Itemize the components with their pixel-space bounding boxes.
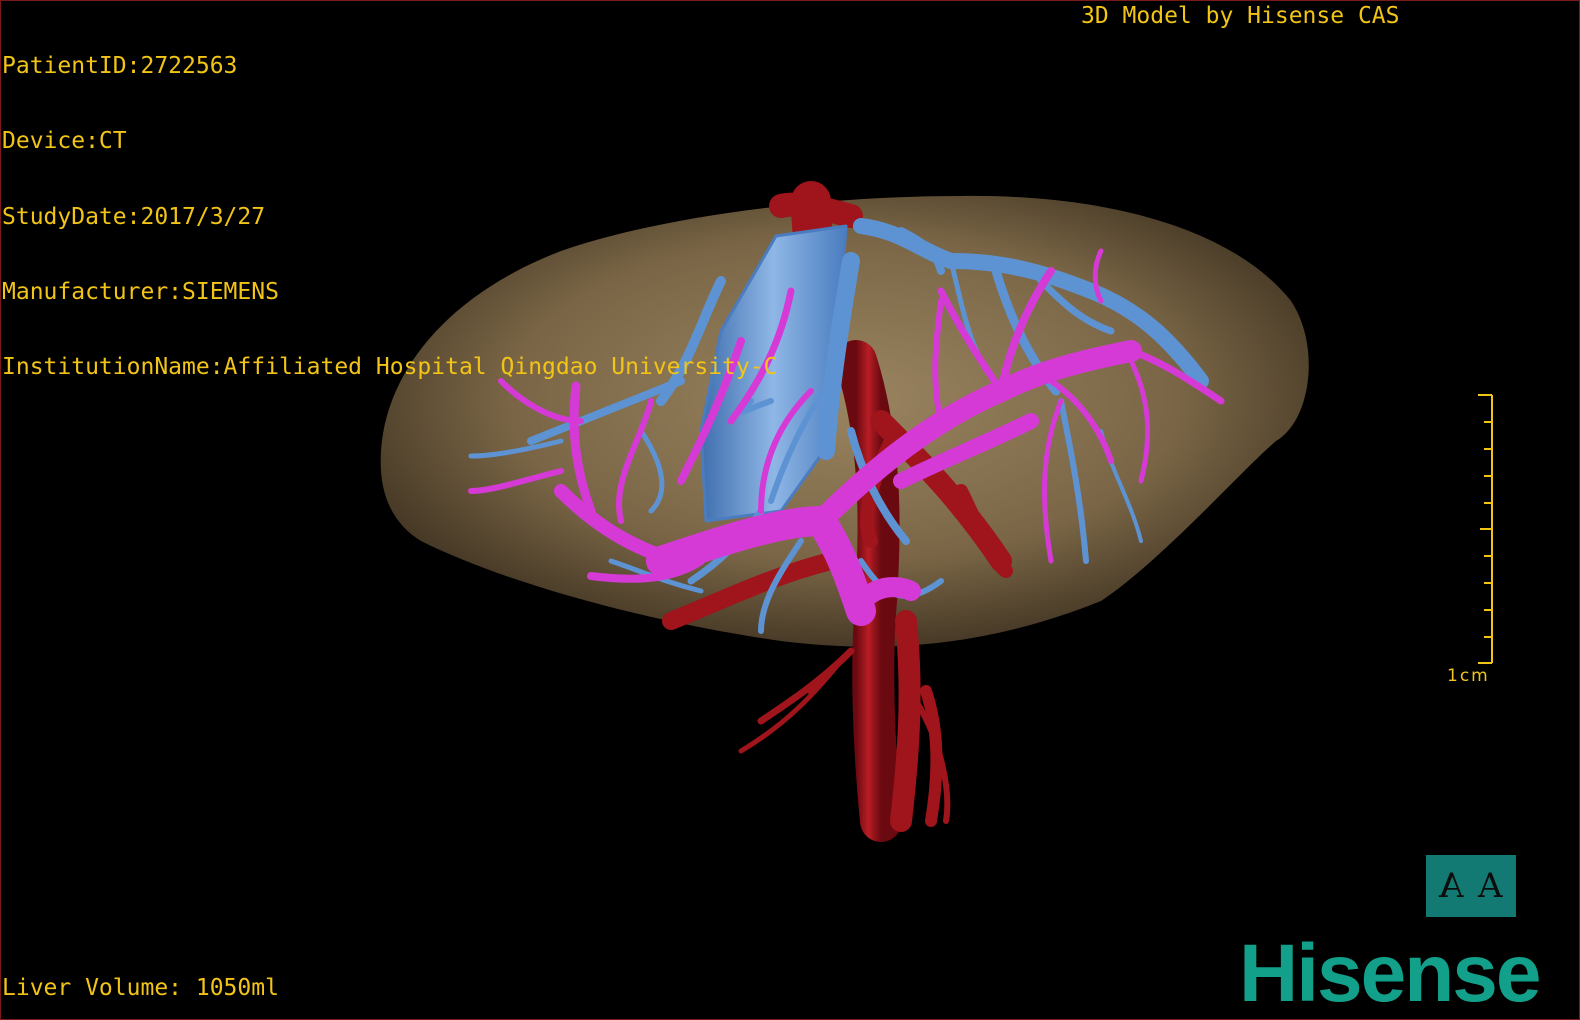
- patient-id: PatientID:2722563: [2, 53, 238, 79]
- study-date: StudyDate:2017/3/27: [2, 203, 266, 230]
- dicom-info-overlay: PatientID:2722563 Device:CT StudyDate:20…: [2, 4, 777, 430]
- institution-name: InstitutionName:Affiliated Hospital Qing…: [2, 354, 778, 381]
- orientation-cube[interactable]: A A: [1426, 855, 1516, 917]
- orientation-right-glyph: A: [1478, 866, 1503, 906]
- 3d-viewport[interactable]: PatientID:2722563 Device:CT StudyDate:20…: [0, 0, 1580, 1020]
- scale-bar-label: 1cm: [1447, 666, 1490, 686]
- hisense-logo: Hisense: [1239, 928, 1542, 1019]
- manufacturer: Manufacturer:SIEMENS: [2, 278, 279, 305]
- liver-volume: Liver Volume: 1050ml: [2, 975, 279, 1001]
- model-credit: 3D Model by Hisense CAS: [1081, 3, 1400, 29]
- scale-bar: [1478, 394, 1493, 664]
- orientation-left-glyph: A: [1439, 866, 1464, 906]
- device: Device:CT: [2, 128, 127, 155]
